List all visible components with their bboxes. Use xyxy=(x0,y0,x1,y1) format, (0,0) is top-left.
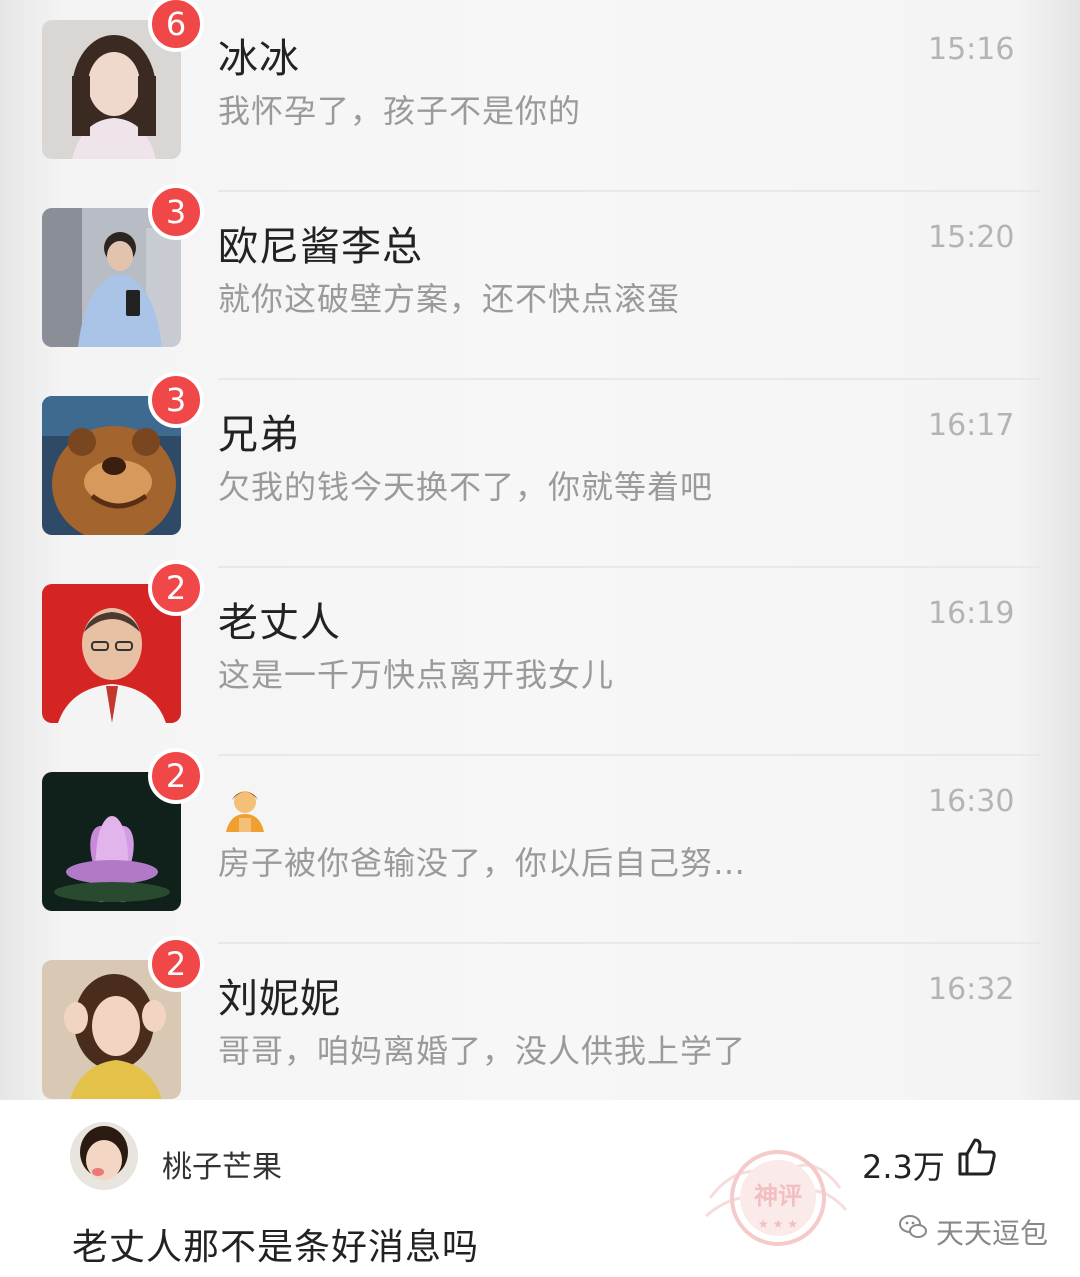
unread-badge: 6 xyxy=(148,0,204,52)
chat-item-li-zong[interactable]: 3 欧尼酱李总 就你这破壁方案，还不快点滚蛋 15:20 xyxy=(0,184,1080,380)
chat-time: 16:17 xyxy=(928,408,1015,443)
chat-preview: 就你这破壁方案，还不快点滚蛋 xyxy=(218,280,681,318)
chat-time: 15:16 xyxy=(928,32,1015,67)
chat-name: 兄弟 xyxy=(218,412,300,458)
chat-time: 16:30 xyxy=(928,784,1015,819)
commenter-username[interactable]: 桃子芒果 xyxy=(162,1142,282,1186)
chat-name: 刘妮妮 xyxy=(218,976,341,1022)
chat-name: 老丈人 xyxy=(218,600,341,646)
chat-list: 6 冰冰 我怀孕了，孩子不是你的 15:16 3 欧尼酱李总 就你这破壁方案，还… xyxy=(0,0,1080,1100)
comment-section: 桃子芒果 神评 ★ ★ ★ 2.3万 老丈人那不是条好消息吗 xyxy=(0,1100,1080,1277)
chat-preview: 欠我的钱今天换不了，你就等着吧 xyxy=(218,468,714,506)
svg-text:神评: 神评 xyxy=(754,1182,802,1210)
chat-item-bingbing[interactable]: 6 冰冰 我怀孕了，孩子不是你的 15:16 xyxy=(0,0,1080,192)
chat-time: 16:19 xyxy=(928,596,1015,631)
comment-text: 老丈人那不是条好消息吗 xyxy=(72,1227,480,1268)
unread-badge: 2 xyxy=(148,748,204,804)
like-count: 2.3万 xyxy=(862,1148,945,1186)
chat-preview: 我怀孕了，孩子不是你的 xyxy=(218,92,582,130)
unread-badge: 2 xyxy=(148,560,204,616)
screen: 6 冰冰 我怀孕了，孩子不是你的 15:16 3 欧尼酱李总 就你这破壁方案，还… xyxy=(0,0,1080,1277)
chat-preview: 哥哥，咱妈离婚了，没人供我上学了 xyxy=(218,1032,747,1070)
unread-badge: 2 xyxy=(148,936,204,992)
watermark-text: 天天逗包 xyxy=(936,1217,1049,1250)
commenter-avatar[interactable] xyxy=(70,1122,138,1190)
unread-badge: 3 xyxy=(148,372,204,428)
person-emoji-icon xyxy=(226,791,264,832)
chat-preview: 这是一千万快点离开我女儿 xyxy=(218,656,615,694)
chat-item-liu-nini[interactable]: 2 刘妮妮 哥哥，咱妈离婚了，没人供我上学了 16:32 xyxy=(0,936,1080,1100)
chat-name: 欧尼酱李总 xyxy=(218,224,423,270)
chat-time: 16:32 xyxy=(928,972,1015,1007)
chat-name: 冰冰 xyxy=(218,36,300,82)
thumbs-up-icon[interactable] xyxy=(956,1136,998,1178)
chat-preview: 房子被你爸输没了，你以后自己努… xyxy=(218,844,747,882)
wechat-icon xyxy=(899,1215,927,1238)
chat-item-xiongdi[interactable]: 3 兄弟 欠我的钱今天换不了，你就等着吧 16:17 xyxy=(0,372,1080,568)
stamp-seal-icon: 神评 ★ ★ ★ xyxy=(705,1150,848,1246)
svg-text:★ ★ ★: ★ ★ ★ xyxy=(758,1217,798,1231)
unread-badge: 3 xyxy=(148,184,204,240)
chat-item-laozhangren[interactable]: 2 老丈人 这是一千万快点离开我女儿 16:19 xyxy=(0,560,1080,756)
chat-time: 15:20 xyxy=(928,220,1015,255)
chat-item-lotus[interactable]: 2 房子被你爸输没了，你以后自己努… 16:30 xyxy=(0,748,1080,944)
